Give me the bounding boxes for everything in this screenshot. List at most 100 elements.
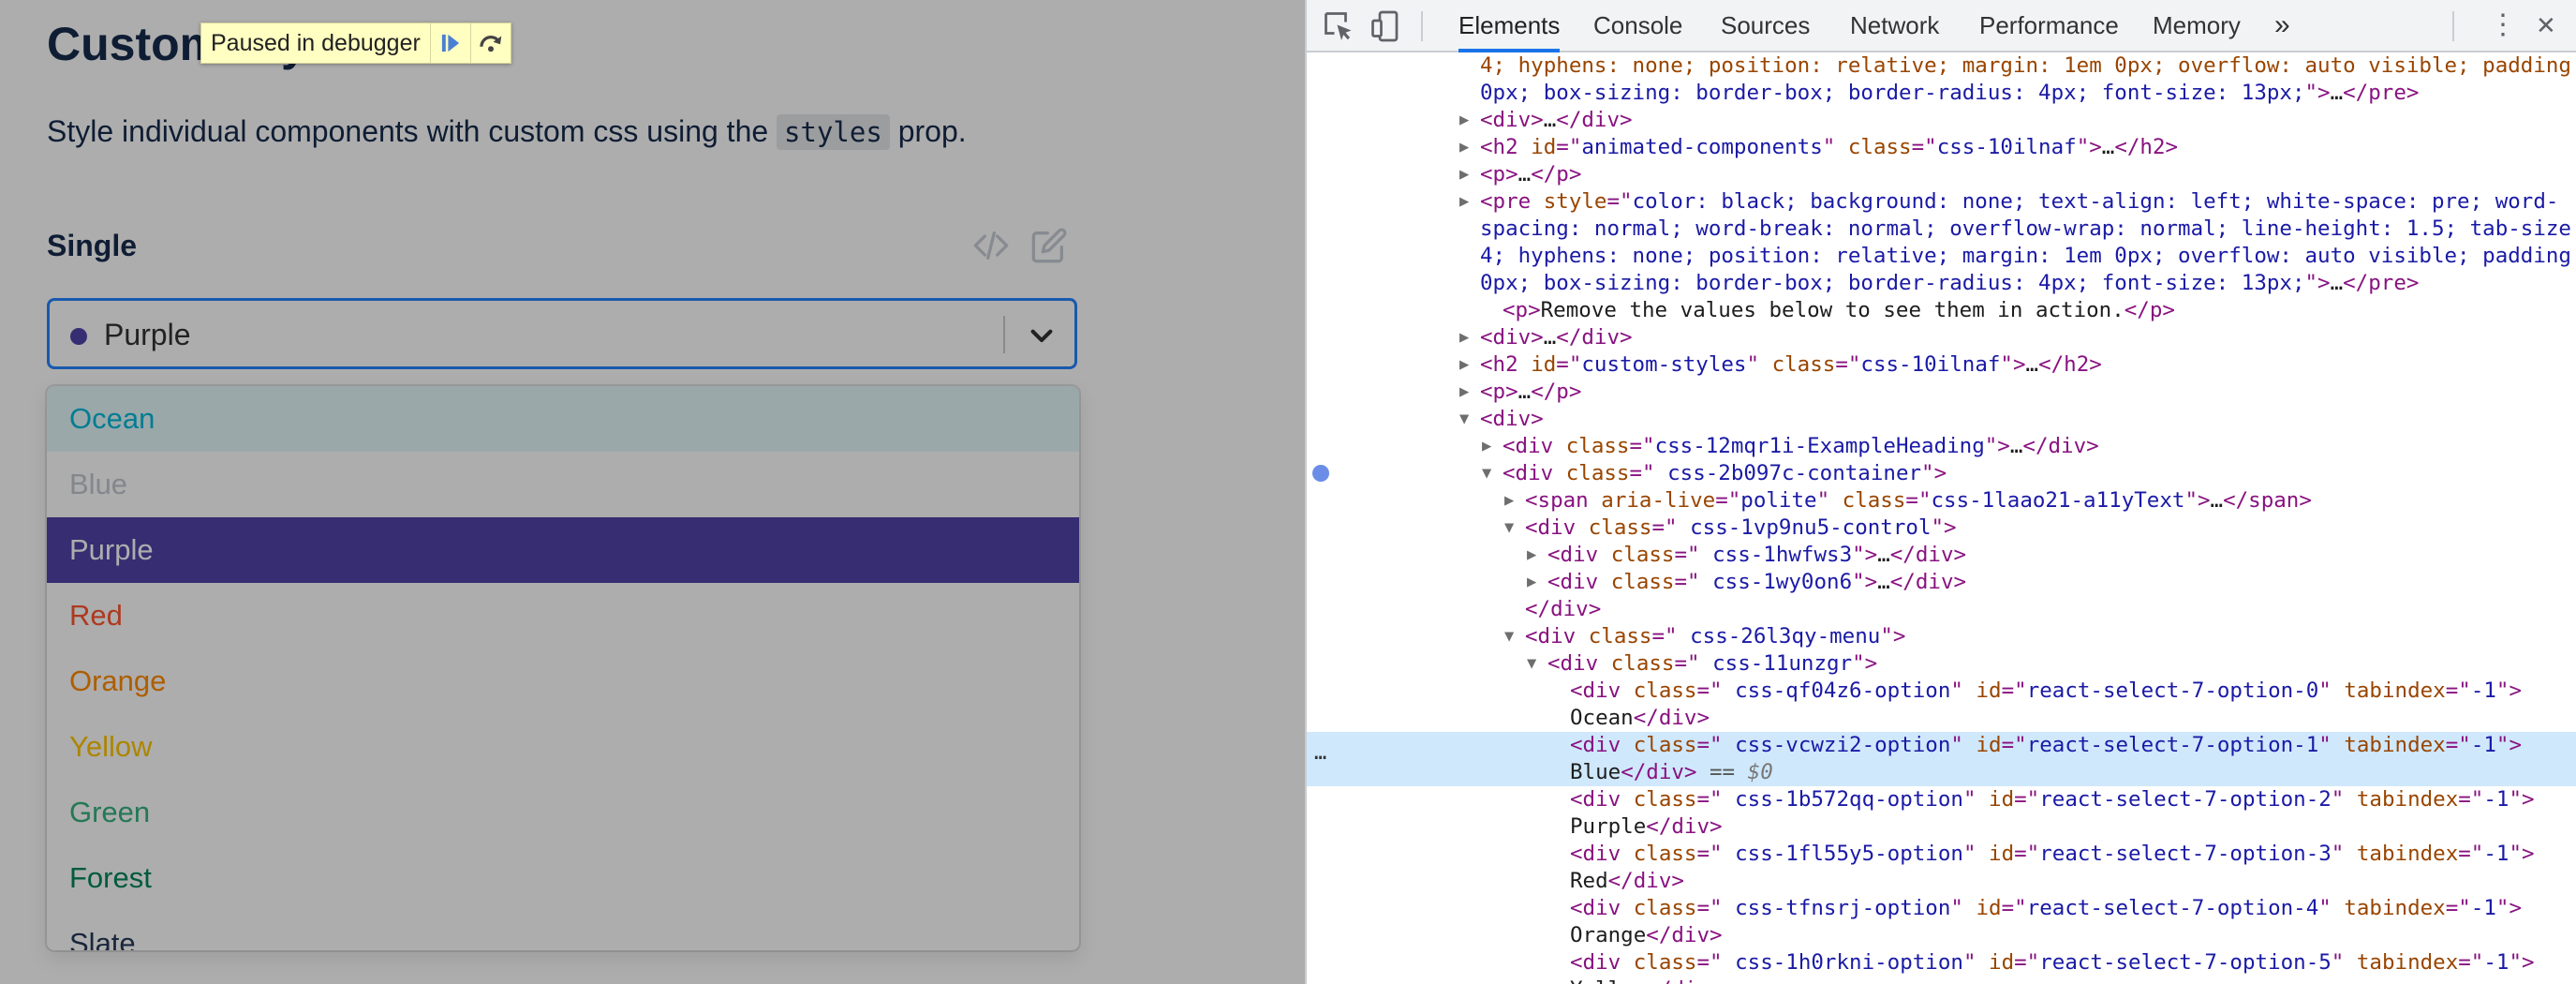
dom-node-line[interactable]: 0px; box-sizing: border-box; border-radi…: [1307, 270, 2576, 297]
dom-node-text: <div>…</div>: [1480, 108, 1633, 132]
dom-node-line[interactable]: <div class=" css-1b572qq-option" id="rea…: [1307, 786, 2576, 813]
dom-node-line[interactable]: ▼ <div>: [1307, 406, 2576, 433]
tab-sources[interactable]: Sources: [1721, 0, 1810, 52]
dom-node-text: <div class=" css-qf04z6-option" id="reac…: [1570, 678, 2522, 703]
dom-node-line[interactable]: ▶ <p>…</p>: [1307, 161, 2576, 188]
tab-console[interactable]: Console: [1593, 0, 1682, 52]
dom-node-line[interactable]: ▶ <h2 id="custom-styles" class="css-10iln…: [1307, 351, 2576, 379]
dom-node-line[interactable]: ▼ <div class=" css-2b097c-container">: [1307, 460, 2576, 487]
dom-node-text: Yellow</div>: [1570, 977, 1723, 984]
dom-node-text: 4; hyphens: none; position: relative; ma…: [1480, 244, 2576, 268]
dom-node-text: <h2 id="custom-styles" class="css-10ilna…: [1480, 352, 2102, 377]
dom-node-text: <div class=" css-1wy0on6">…</div>: [1547, 570, 1967, 594]
expand-triangle-icon[interactable]: ▶: [1459, 161, 1469, 188]
dom-node-line[interactable]: 4; hyphens: none; position: relative; ma…: [1307, 52, 2576, 80]
dom-node-line[interactable]: Yellow</div>: [1307, 977, 2576, 984]
dom-node-line[interactable]: ▶ <p>…</p>: [1307, 379, 2576, 406]
expand-triangle-icon[interactable]: ▶: [1459, 379, 1469, 406]
dom-node-line[interactable]: ▶ <div>…</div>: [1307, 324, 2576, 351]
dom-node-text: <div class=" css-1b572qq-option" id="rea…: [1570, 787, 2535, 812]
dom-node-text: <div class=" css-vcwzi2-option" id="reac…: [1570, 733, 2522, 757]
dom-node-text: Red</div>: [1570, 869, 1684, 893]
dom-node-line[interactable]: Ocean</div>: [1307, 705, 2576, 732]
dom-node-text: <div class=" css-1h0rkni-option" id="rea…: [1570, 950, 2535, 975]
expand-triangle-icon[interactable]: ▶: [1459, 351, 1469, 379]
dom-node-text: Ocean</div>: [1570, 706, 1710, 730]
more-tabs-icon[interactable]: »: [2274, 0, 2290, 52]
expand-triangle-icon[interactable]: ▶: [1527, 569, 1536, 596]
debugger-status-text: Paused in debugger: [211, 29, 421, 56]
dom-node-line[interactable]: <div class=" css-tfnsrj-option" id="reac…: [1307, 895, 2576, 922]
tab-elements[interactable]: Elements: [1458, 0, 1561, 52]
dom-node-line[interactable]: <div class=" css-qf04z6-option" id="reac…: [1307, 678, 2576, 705]
collapse-triangle-icon[interactable]: ▼: [1527, 650, 1536, 678]
collapse-triangle-icon[interactable]: ▼: [1504, 514, 1514, 542]
dom-node-line[interactable]: ▶ <pre style="color: black; background: n…: [1307, 188, 2576, 216]
dom-node-line[interactable]: ▶ <div>…</div>: [1307, 107, 2576, 134]
tab-memory[interactable]: Memory: [2153, 0, 2241, 52]
expand-triangle-icon[interactable]: ▶: [1527, 542, 1536, 569]
dom-node-line[interactable]: ▼ <div class=" css-1vp9nu5-control">: [1307, 514, 2576, 542]
dom-node-line[interactable]: Orange</div>: [1307, 922, 2576, 949]
dom-node-line[interactable]: Red</div>: [1307, 868, 2576, 895]
dom-node-text: Blue</div> == $0: [1570, 760, 1773, 784]
expand-triangle-icon[interactable]: ▶: [1482, 433, 1491, 460]
dom-node-text: 0px; box-sizing: border-box; border-radi…: [1480, 271, 2420, 295]
dom-node-text: <p>…</p>: [1480, 380, 1582, 404]
dom-node-line[interactable]: 4; hyphens: none; position: relative; ma…: [1307, 243, 2576, 270]
inspect-element-icon[interactable]: [1322, 9, 1355, 43]
dom-node-line[interactable]: </div>: [1307, 596, 2576, 623]
close-devtools-icon[interactable]: ✕: [2536, 0, 2556, 52]
expand-triangle-icon[interactable]: ▶: [1459, 324, 1469, 351]
dom-node-text: Orange</div>: [1570, 923, 1723, 947]
dom-node-text: <div>…</div>: [1480, 325, 1633, 350]
dom-node-line[interactable]: ▶ <div class=" css-1hwfws3">…</div>: [1307, 542, 2576, 569]
dom-node-text: 4; hyphens: none; position: relative; ma…: [1480, 53, 2576, 78]
dom-node-line[interactable]: Blue</div> == $0: [1307, 759, 2576, 786]
settings-menu-icon[interactable]: ⋮: [2489, 0, 2517, 52]
toolbar-divider: [1421, 11, 1423, 41]
expand-triangle-icon[interactable]: ▶: [1504, 487, 1514, 514]
device-toolbar-icon[interactable]: [1369, 9, 1402, 43]
dom-node-line[interactable]: spacing: normal; word-break: normal; ove…: [1307, 216, 2576, 243]
expand-triangle-icon[interactable]: ▶: [1459, 107, 1469, 134]
dom-node-text: <div class=" css-26l3qy-menu">: [1525, 624, 1906, 649]
dom-node-line[interactable]: Purple</div>: [1307, 813, 2576, 841]
elements-dom-tree: 4; hyphens: none; position: relative; ma…: [1307, 52, 2576, 984]
toolbar-divider-right: [2452, 11, 2454, 41]
dom-node-text: <span aria-live="polite" class="css-1laa…: [1525, 488, 2312, 513]
collapse-triangle-icon[interactable]: ▼: [1459, 406, 1469, 433]
collapse-triangle-icon[interactable]: ▼: [1482, 460, 1491, 487]
dom-node-text: Purple</div>: [1570, 814, 1723, 839]
dom-node-text: <h2 id="animated-components" class="css-…: [1480, 135, 2179, 159]
dom-node-text: spacing: normal; word-break: normal; ove…: [1480, 216, 2576, 241]
expand-triangle-icon[interactable]: ▶: [1459, 188, 1469, 216]
dom-node-line[interactable]: ▼ <div class=" css-26l3qy-menu">: [1307, 623, 2576, 650]
paused-in-debugger-banner: Paused in debugger: [200, 22, 511, 64]
step-over-icon[interactable]: [469, 23, 511, 63]
devtools-toolbar: Elements Console Sources Network Perform…: [1307, 0, 2576, 52]
dom-node-line[interactable]: <p>Remove the values below to see them i…: [1307, 297, 2576, 324]
dom-node-line[interactable]: ▶ <div class=" css-1wy0on6">…</div>: [1307, 569, 2576, 596]
dom-node-line[interactable]: 0px; box-sizing: border-box; border-radi…: [1307, 80, 2576, 107]
dom-node-text: <div class=" css-11unzgr">: [1547, 651, 1878, 676]
dom-node-text: <p>Remove the values below to see them i…: [1503, 298, 2175, 322]
collapse-triangle-icon[interactable]: ▼: [1504, 623, 1514, 650]
devtools-panel: Elements Console Sources Network Perform…: [1305, 0, 2576, 984]
breakpoint-marker-icon[interactable]: [1312, 465, 1329, 482]
dom-node-line[interactable]: ▶ <span aria-live="polite" class="css-1la…: [1307, 487, 2576, 514]
expand-triangle-icon[interactable]: ▶: [1459, 134, 1469, 161]
dom-node-line[interactable]: ▼ <div class=" css-11unzgr">: [1307, 650, 2576, 678]
resume-icon[interactable]: [429, 23, 470, 63]
debugger-overlay: [0, 0, 1305, 984]
dom-node-line[interactable]: ▶ <h2 id="animated-components" class="css…: [1307, 134, 2576, 161]
dom-node-text: <div>: [1480, 407, 1544, 431]
dom-node-text: <div class=" css-1vp9nu5-control">: [1525, 515, 1957, 540]
dom-node-text: 0px; box-sizing: border-box; border-radi…: [1480, 81, 2420, 105]
tab-performance[interactable]: Performance: [1979, 0, 2119, 52]
dom-node-line[interactable]: <div class=" css-1fl55y5-option" id="rea…: [1307, 841, 2576, 868]
dom-node-line[interactable]: <div class=" css-1h0rkni-option" id="rea…: [1307, 949, 2576, 977]
dom-node-line[interactable]: ▶ <div class="css-12mqr1i-ExampleHeading"…: [1307, 433, 2576, 460]
tab-network[interactable]: Network: [1850, 0, 1939, 52]
dom-node-text: <div class=" css-1fl55y5-option" id="rea…: [1570, 842, 2535, 866]
